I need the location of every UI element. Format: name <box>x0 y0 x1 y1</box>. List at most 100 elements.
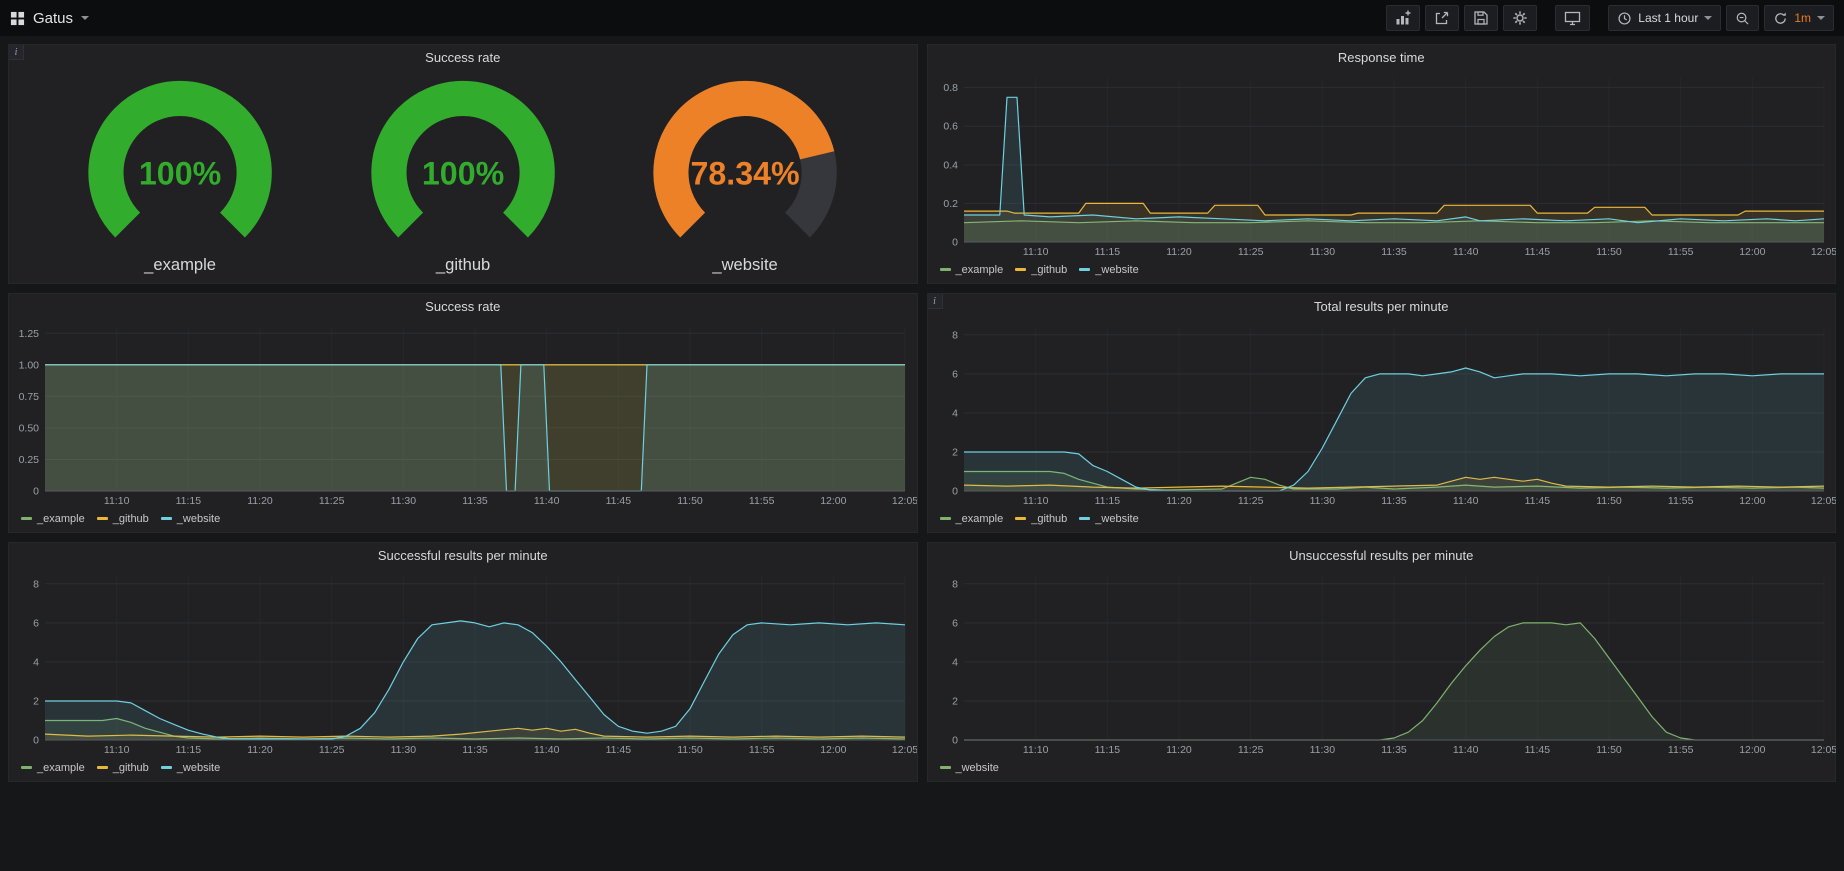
svg-text:11:50: 11:50 <box>1596 744 1622 756</box>
panel-response-time: Response time 11:1011:1511:2011:2511:301… <box>927 44 1837 284</box>
svg-text:4: 4 <box>952 656 958 668</box>
panel-unsuccessful-results: Unsuccessful results per minute 11:10 11:… <box>927 542 1837 782</box>
panel-success-rate-timeseries: Success rate 11:1011:1511:2011:2511:3011… <box>8 293 918 533</box>
svg-text:0.75: 0.75 <box>19 391 40 403</box>
legend-label: _website <box>177 513 220 525</box>
svg-text:11:40: 11:40 <box>1452 744 1478 756</box>
legend-item-_website[interactable]: _website <box>940 762 999 774</box>
share-dashboard-button[interactable] <box>1425 5 1459 31</box>
panel-title[interactable]: Total results per minute <box>1314 299 1448 314</box>
legend-item-_website[interactable]: _website <box>1079 513 1138 525</box>
svg-text:11:45: 11:45 <box>606 495 632 507</box>
cycle-view-mode-button[interactable] <box>1555 5 1590 31</box>
legend-item-_website[interactable]: _website <box>161 762 220 774</box>
legend-label: _example <box>37 513 85 525</box>
add-panel-button[interactable] <box>1386 5 1420 31</box>
gauge-_website: 78.34% _website <box>628 77 862 277</box>
panel-info-icon[interactable]: i <box>9 45 24 60</box>
svg-text:11:10: 11:10 <box>1022 744 1048 756</box>
legend-item-_example[interactable]: _example <box>21 513 85 525</box>
panel-info-icon[interactable]: i <box>928 294 943 309</box>
legend-label: _website <box>956 762 999 774</box>
gear-icon <box>1512 10 1528 26</box>
svg-text:0: 0 <box>33 486 39 498</box>
unsuccessful-results-chart[interactable]: 11:1011:1511:2011:2511:3011:3511:4011:45… <box>928 568 1836 759</box>
dashboard-settings-button[interactable] <box>1503 5 1537 31</box>
share-icon <box>1434 10 1450 26</box>
legend-swatch-icon <box>1079 517 1090 520</box>
panel-title[interactable]: Response time <box>1338 50 1425 65</box>
legend-item-_github[interactable]: _github <box>1015 513 1067 525</box>
panel-title[interactable]: Successful results per minute <box>378 548 548 563</box>
svg-text:11:45: 11:45 <box>606 744 632 756</box>
svg-text:0: 0 <box>952 735 958 747</box>
legend-item-_example[interactable]: _example <box>940 264 1004 276</box>
svg-text:11:25: 11:25 <box>1237 246 1263 258</box>
legend-item-_github[interactable]: _github <box>97 762 149 774</box>
svg-text:2: 2 <box>952 695 958 707</box>
svg-text:1.00: 1.00 <box>19 359 40 371</box>
legend-label: _website <box>1095 513 1138 525</box>
svg-text:12:00: 12:00 <box>820 495 846 507</box>
svg-text:0: 0 <box>952 486 958 498</box>
successful-results-chart[interactable]: 11:1011:1511:2011:2511:3011:3511:4011:45… <box>9 568 917 759</box>
svg-text:2: 2 <box>952 446 958 458</box>
success-rate-chart[interactable]: 11:1011:1511:2011:2511:3011:3511:4011:45… <box>9 319 917 510</box>
svg-text:0.6: 0.6 <box>943 121 958 133</box>
dashboard-grid-icon <box>10 11 25 26</box>
svg-text:11:25: 11:25 <box>319 495 345 507</box>
svg-text:11:30: 11:30 <box>1309 744 1335 756</box>
svg-text:0: 0 <box>952 237 958 249</box>
legend-swatch-icon <box>1015 517 1026 520</box>
panel-title[interactable]: Unsuccessful results per minute <box>1289 548 1473 563</box>
dashboard-title-caret-icon[interactable] <box>81 16 89 20</box>
save-icon <box>1473 10 1489 26</box>
successful-results-legend: _example _github _website <box>9 759 917 781</box>
legend-item-_example[interactable]: _example <box>940 513 1004 525</box>
legend-label: _github <box>113 513 149 525</box>
svg-text:_website: _website <box>712 255 778 274</box>
svg-text:12:00: 12:00 <box>820 744 846 756</box>
svg-text:11:55: 11:55 <box>749 744 775 756</box>
success-rate-gauges: 100%_example100%_github78.34%_website <box>9 70 917 283</box>
zoom-out-button[interactable] <box>1726 5 1759 31</box>
save-dashboard-button[interactable] <box>1464 5 1498 31</box>
svg-text:11:25: 11:25 <box>1237 495 1263 507</box>
gauge-_github: 100% _github <box>346 77 580 277</box>
svg-text:78.34%: 78.34% <box>691 155 800 191</box>
svg-text:0: 0 <box>33 735 39 747</box>
total-results-chart[interactable]: 11:1011:1511:2011:2511:3011:3511:4011:45… <box>928 319 1836 510</box>
svg-text:0.4: 0.4 <box>943 159 958 171</box>
refresh-icon <box>1773 11 1788 26</box>
dashboard-grid: i Success rate 100%_example100%_github78… <box>0 36 1844 790</box>
svg-text:11:35: 11:35 <box>1381 744 1407 756</box>
time-range-picker-button[interactable]: Last 1 hour <box>1608 5 1721 31</box>
legend-item-_github[interactable]: _github <box>97 513 149 525</box>
svg-text:11:25: 11:25 <box>1237 744 1263 756</box>
legend-item-_github[interactable]: _github <box>1015 264 1067 276</box>
refresh-picker-button[interactable]: 1m <box>1764 5 1834 31</box>
svg-text:8: 8 <box>952 329 958 341</box>
panel-title[interactable]: Success rate <box>425 299 500 314</box>
svg-text:6: 6 <box>952 368 958 380</box>
navbar-right: Last 1 hour 1m <box>1386 5 1834 31</box>
legend-item-_website[interactable]: _website <box>1079 264 1138 276</box>
svg-text:11:40: 11:40 <box>534 495 560 507</box>
panel-title[interactable]: Success rate <box>425 50 500 65</box>
legend-item-_example[interactable]: _example <box>21 762 85 774</box>
svg-text:_github: _github <box>435 255 490 274</box>
svg-text:11:10: 11:10 <box>104 495 130 507</box>
legend-label: _example <box>956 513 1004 525</box>
svg-text:100%: 100% <box>422 155 504 191</box>
legend-item-_website[interactable]: _website <box>161 513 220 525</box>
svg-text:11:45: 11:45 <box>1524 246 1550 258</box>
svg-text:12:05: 12:05 <box>1810 495 1835 507</box>
panel-success-rate-gauges: i Success rate 100%_example100%_github78… <box>8 44 918 284</box>
svg-text:11:55: 11:55 <box>1667 744 1693 756</box>
dashboard-title[interactable]: Gatus <box>33 10 73 27</box>
refresh-interval-label: 1m <box>1794 11 1811 25</box>
svg-text:11:20: 11:20 <box>247 495 273 507</box>
response-time-chart[interactable]: 11:1011:1511:2011:2511:3011:3511:4011:45… <box>928 70 1836 261</box>
panel-header: Response time <box>928 45 1836 70</box>
svg-text:_example: _example <box>143 255 216 274</box>
